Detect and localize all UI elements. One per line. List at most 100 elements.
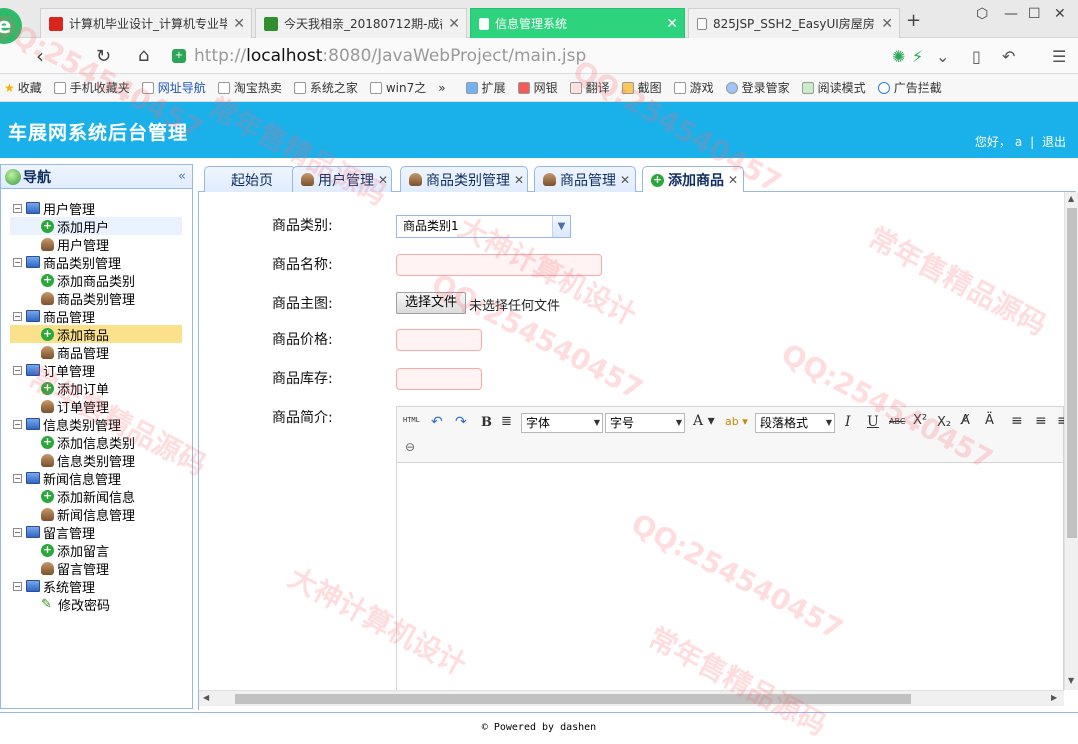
collapse-icon[interactable]: « [178,169,186,184]
nav-group[interactable]: − 商品管理 [1,307,192,326]
nav-item[interactable]: 新闻信息管理 [1,505,192,524]
align-center-icon[interactable]: ≡ [1035,413,1047,429]
menu-icon[interactable]: ☰ [1052,47,1066,66]
new-tab-button[interactable]: + [906,10,921,31]
italic-button[interactable]: I [845,414,851,430]
tab-category-management[interactable]: 商品类别管理 ✕ [400,166,528,192]
tab-user-management[interactable]: 用户管理 ✕ [292,166,392,192]
browser-tab-4[interactable]: 825JSP_SSH2_EasyUI房屋房 ✕ [688,8,900,38]
close-tab-icon[interactable]: ✕ [514,173,524,187]
nav-item[interactable]: + 添加商品类别 [1,271,192,290]
nav-item[interactable]: 信息类别管理 [1,451,192,470]
collapse-toggle-icon[interactable]: − [13,527,22,537]
bookmark-favorites[interactable]: ★ 收藏 [4,79,42,96]
collapse-toggle-icon[interactable]: − [13,365,22,375]
price-input[interactable] [396,329,482,351]
back-icon[interactable]: ‹ [36,44,44,68]
tool-games[interactable]: 游戏 [673,79,714,96]
font-size-select[interactable]: 字号 ▼ [605,413,685,433]
bookmark-win7[interactable]: win7之 [369,79,426,96]
collapse-toggle-icon[interactable]: − [13,419,22,429]
brush-icon[interactable]: ≣ [501,414,512,429]
font-color-button[interactable]: A ▾ [693,413,715,429]
logout-link[interactable]: 退出 [1042,135,1066,149]
nav-group[interactable]: − 商品类别管理 [1,253,192,272]
collapse-toggle-icon[interactable]: − [13,257,22,267]
home-icon[interactable]: ⌂ [138,45,149,66]
nav-item[interactable]: 商品管理 [1,343,192,362]
undo-icon[interactable]: ↶ [431,414,443,430]
tool-screenshot[interactable]: 截图 [621,79,662,96]
close-tab-icon[interactable]: ✕ [728,173,738,187]
nav-item[interactable]: + 添加商品 [1,325,192,344]
stock-input[interactable] [396,368,482,390]
dropdown-icon[interactable]: ⌄ [936,47,949,66]
undo-icon[interactable]: ↶ [1002,47,1015,66]
bookmark-xitong[interactable]: 系统之家 [293,79,358,96]
subscript-icon[interactable]: X₂ [937,415,951,430]
chevron-down-icon[interactable]: ▼ [552,216,570,237]
maximize-icon[interactable]: ☐ [1028,6,1041,22]
underline-button[interactable]: U [867,414,879,430]
highlight-icon[interactable]: ab ▾ [725,415,748,428]
nav-item[interactable]: 商品类别管理 [1,289,192,308]
browser-tab-active[interactable]: 信息管理系统 ✕ [470,8,685,38]
scroll-up-icon[interactable]: ▲ [1068,194,1074,203]
close-tab-icon[interactable]: ✕ [881,16,893,32]
strikethrough-button[interactable]: ABC [889,417,905,426]
tool-translate[interactable]: 翻译 [569,79,610,96]
nav-group[interactable]: − 订单管理 [1,361,192,380]
editor-content-area[interactable] [397,464,1063,692]
nav-group[interactable]: − 信息类别管理 [1,415,192,434]
skin-icon[interactable]: ⬡ [976,6,988,22]
url-field[interactable]: + http://localhost:8080/JavaWebProject/m… [172,43,892,69]
minimize-icon[interactable]: — [1004,6,1018,22]
close-window-icon[interactable]: ✕ [1054,6,1066,22]
nav-group[interactable]: − 留言管理 [1,523,192,542]
font-family-select[interactable]: 字体 ▼ [521,413,603,433]
horizontal-scrollbar[interactable]: ◀ ▶ [199,690,1064,706]
html-source-button[interactable]: HTML [403,416,420,424]
collapse-toggle-icon[interactable]: − [13,473,22,483]
align-left-icon[interactable]: ≡ [1011,413,1023,429]
bookmark-mobile[interactable]: 手机收藏夹 [53,79,130,96]
name-input[interactable] [396,254,602,276]
tab-goods-management[interactable]: 商品管理 ✕ [534,166,636,192]
scroll-down-icon[interactable]: ▼ [1068,676,1074,685]
nav-item[interactable]: + 添加新闻信息 [1,487,192,506]
nav-item[interactable]: + 添加订单 [1,379,192,398]
select-all-icon[interactable]: Ä [985,413,994,428]
scroll-left-icon[interactable]: ◀ [203,693,209,702]
paragraph-select[interactable]: 段落格式 ▼ [755,413,835,433]
category-select[interactable]: 商品类别1 ▼ [396,215,571,238]
speed-icon[interactable]: ✺ [892,47,905,66]
nav-item[interactable]: + 添加用户 [1,217,192,236]
horizontal-scroll-thumb[interactable] [235,694,911,704]
tab-add-goods[interactable]: + 添加商品 ✕ [642,166,744,193]
link-icon[interactable]: ⊖ [405,440,415,454]
redo-icon[interactable]: ↷ [455,414,467,430]
close-tab-icon[interactable]: ✕ [378,173,388,187]
collapse-toggle-icon[interactable]: − [13,581,22,591]
vertical-scroll-thumb[interactable] [1067,208,1077,538]
bookmark-taobao[interactable]: 淘宝热卖 [217,79,282,96]
scroll-right-icon[interactable]: ▶ [1051,693,1057,702]
superscript-icon[interactable]: X² [913,413,927,428]
nav-group[interactable]: − 系统管理 [1,577,192,596]
browser-tab-1[interactable]: 计算机毕业设计_计算机专业毕 ✕ [40,8,252,38]
tab-home[interactable]: 起始页 [204,166,296,192]
collapse-toggle-icon[interactable]: − [13,311,22,321]
nav-item[interactable]: 用户管理 [1,235,192,254]
bookmarks-more-button[interactable]: » [438,81,445,95]
nav-group[interactable]: − 用户管理 [1,199,192,218]
tool-extensions[interactable]: 扩展 [465,79,506,96]
close-tab-icon[interactable]: ✕ [233,16,245,32]
browser-tab-2[interactable]: 今天我相亲_20180712期-成都 ✕ [255,8,467,38]
vertical-scrollbar[interactable]: ▲ ▼ [1064,192,1078,690]
reader-icon[interactable]: ▯ [972,47,981,66]
tool-adblock[interactable]: 广告拦截 [877,79,942,96]
close-tab-icon[interactable]: ✕ [620,173,630,187]
nav-item[interactable]: + 添加留言 [1,541,192,560]
collapse-toggle-icon[interactable]: − [13,203,22,213]
nav-item[interactable]: 留言管理 [1,559,192,578]
